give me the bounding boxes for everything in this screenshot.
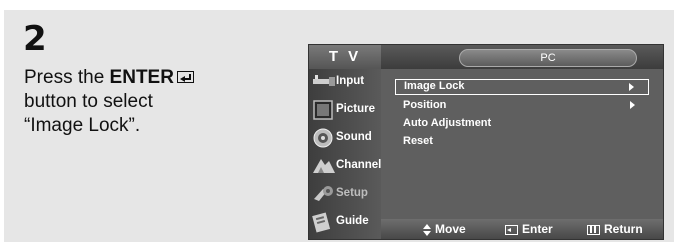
instruction-line2: button to select — [24, 91, 153, 112]
sidebar-item-channel[interactable]: Channel — [309, 153, 381, 179]
enter-icon — [176, 71, 194, 83]
footer-return: Return — [587, 222, 643, 236]
footer-enter: Enter — [505, 222, 553, 236]
osd-header: T V PC — [309, 45, 663, 69]
footer-move: Move — [423, 222, 466, 236]
arrow-right-icon — [630, 101, 635, 109]
footer-return-label: Return — [604, 222, 643, 236]
channel-icon — [313, 159, 335, 173]
instruction-line3: “Image Lock”. — [24, 115, 141, 136]
menu-item-label: Position — [403, 99, 447, 111]
sidebar-item-label: Channel — [336, 159, 382, 171]
sidebar-item-label: Setup — [336, 187, 368, 199]
arrow-right-icon — [629, 82, 634, 91]
menu-item-label: Reset — [403, 135, 433, 147]
footer-enter-label: Enter — [522, 222, 553, 236]
input-icon — [313, 75, 335, 86]
instruction-enter-word: ENTER — [109, 67, 174, 88]
osd-footer: Move Enter Return — [381, 219, 663, 239]
picture-icon — [313, 100, 333, 120]
return-icon — [587, 224, 600, 235]
footer-move-label: Move — [435, 222, 466, 236]
sidebar-item-picture[interactable]: Picture — [309, 97, 381, 123]
osd-sidebar: Input Picture Sound Channel Setup Guide — [309, 69, 381, 239]
setup-icon — [314, 186, 333, 201]
menu-item-label: Image Lock — [404, 80, 465, 92]
menu-item-label: Auto Adjustment — [403, 117, 492, 129]
sidebar-item-guide[interactable]: Guide — [309, 209, 381, 235]
instruction-line1-prefix: Press the — [24, 67, 110, 88]
sound-icon — [313, 128, 333, 148]
guide-icon — [312, 212, 331, 233]
sidebar-item-sound[interactable]: Sound — [309, 125, 381, 151]
instruction-text: Press the ENTER button to select “Image … — [24, 66, 264, 138]
osd-title: T V — [309, 45, 381, 69]
sidebar-item-label: Picture — [336, 103, 375, 115]
enter-icon — [505, 224, 518, 235]
tv-osd-menu: T V PC Input Picture Sound Channel Setup… — [308, 44, 664, 240]
menu-item-auto-adjustment[interactable]: Auto Adjustment — [395, 115, 649, 131]
sidebar-item-label: Sound — [336, 131, 372, 143]
sidebar-item-input[interactable]: Input — [309, 69, 381, 95]
menu-item-image-lock[interactable]: Image Lock — [395, 79, 649, 95]
menu-item-reset[interactable]: Reset — [395, 133, 649, 149]
step-number: 2 — [23, 19, 47, 59]
osd-main-list: Image Lock Position Auto Adjustment Rese… — [381, 69, 663, 219]
move-icon — [423, 223, 431, 236]
sidebar-item-label: Input — [336, 75, 365, 87]
menu-item-position[interactable]: Position — [395, 97, 649, 113]
osd-source-pill: PC — [459, 49, 637, 67]
sidebar-item-setup[interactable]: Setup — [309, 181, 381, 207]
sidebar-item-label: Guide — [336, 215, 369, 227]
